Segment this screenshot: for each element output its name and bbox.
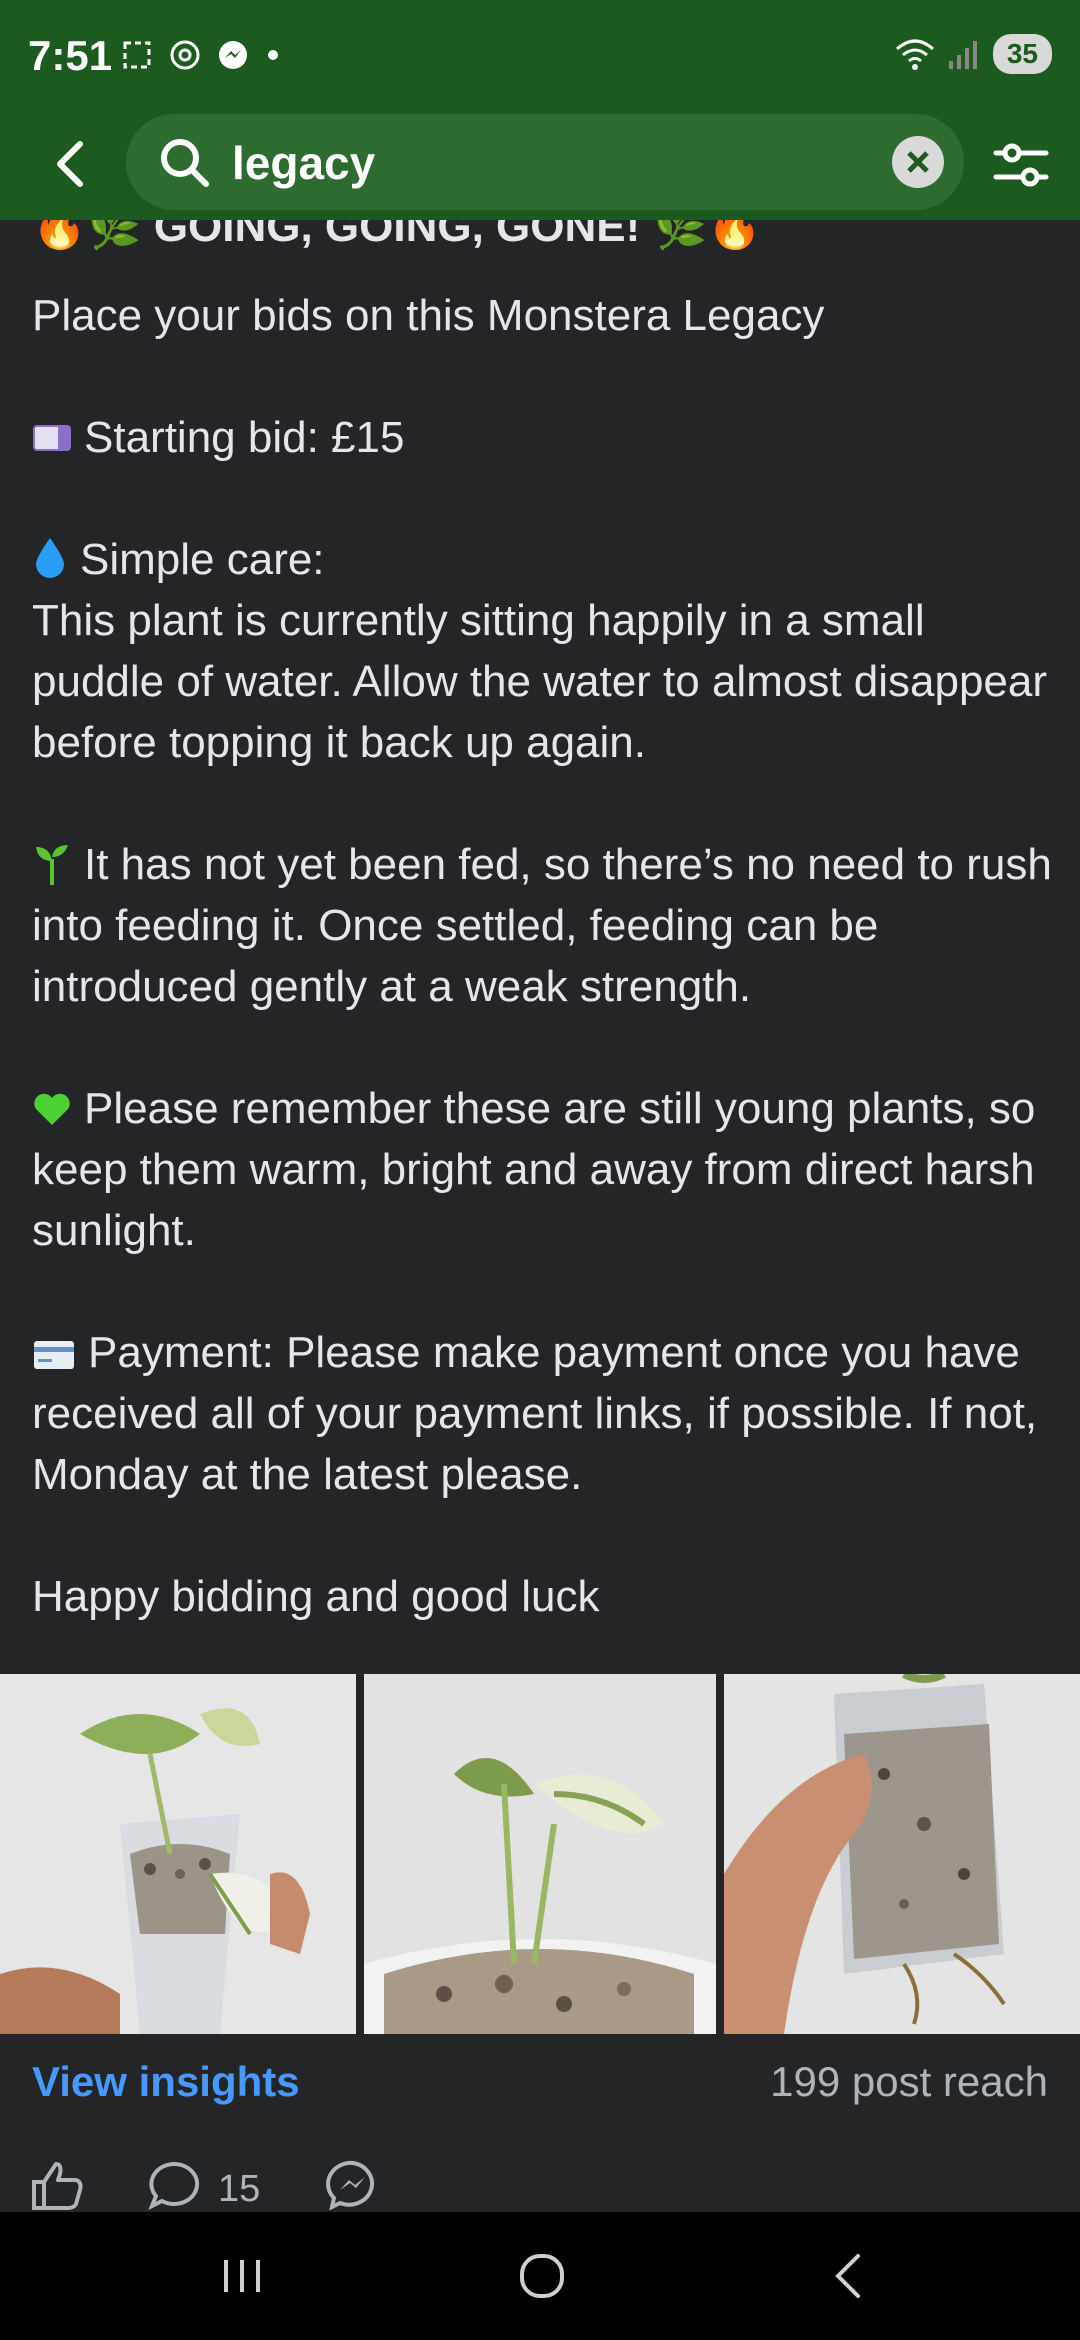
search-bar-row: legacy	[0, 112, 1080, 216]
more-notifications-dot	[268, 50, 278, 60]
clear-search-button[interactable]	[892, 136, 944, 188]
starting-bid: Starting bid: £15	[84, 413, 405, 462]
like-icon[interactable]	[30, 2160, 84, 2210]
starting-bid-line: Starting bid: £15	[32, 407, 1052, 468]
feeding-text: It has not yet been fed, so there’s no n…	[32, 840, 1052, 1011]
wifi-icon	[895, 39, 934, 70]
messenger-icon[interactable]	[326, 2160, 380, 2210]
plant-photo-1[interactable]	[0, 1674, 356, 2034]
system-back-icon[interactable]	[820, 2246, 880, 2306]
messenger-status-icon	[219, 41, 247, 69]
filter-icon[interactable]	[992, 136, 1050, 194]
screenshot-icon	[123, 41, 151, 69]
app-header: 7:51 35 legacy	[0, 0, 1080, 220]
system-nav-bar	[0, 2212, 1080, 2340]
payment-text: Payment: Please make payment once you ha…	[32, 1328, 1038, 1499]
plant-photo-2[interactable]	[364, 1674, 716, 2034]
seedling-icon	[36, 845, 68, 885]
battery-indicator: 35	[992, 34, 1052, 74]
comment-icon[interactable]	[148, 2160, 202, 2210]
post-actions: 15	[0, 2160, 1080, 2210]
comment-count: 15	[218, 2168, 261, 2210]
system-status: 35	[895, 34, 1052, 74]
payment-line: Payment: Please make payment once you ha…	[32, 1322, 1052, 1505]
post-body: 🔥🌿 GOING, GOING, GONE! 🌿🔥 Place your bid…	[32, 196, 1052, 1627]
plant-photo-3[interactable]	[724, 1674, 1080, 2034]
green-heart-icon	[34, 1093, 70, 1125]
plant-photo-2-image	[364, 1674, 716, 2034]
view-insights-link[interactable]: View insights	[32, 2058, 300, 2106]
back-arrow-icon[interactable]	[40, 132, 104, 196]
home-icon[interactable]	[512, 2246, 572, 2306]
plant-photo-1-image	[0, 1674, 356, 2034]
status-time: 7:51	[28, 32, 113, 79]
young-plants-text: Please remember these are still young pl…	[32, 1084, 1036, 1255]
closing-text: Happy bidding and good luck	[32, 1572, 600, 1621]
search-query: legacy	[232, 137, 376, 189]
clear-icon	[907, 151, 929, 173]
signal-icon	[948, 41, 977, 69]
status-bar: 7:51 35	[0, 0, 1080, 110]
credit-card-icon	[34, 1341, 74, 1369]
water-drop-icon	[36, 538, 64, 578]
search-icon	[161, 139, 209, 187]
post-intro: Place your bids on this Monstera Legacy	[32, 291, 825, 340]
post-reach: 199 post reach	[770, 2058, 1048, 2105]
young-plants-line: Please remember these are still young pl…	[32, 1078, 1052, 1261]
notification-icons	[120, 38, 278, 72]
threads-icon	[170, 40, 200, 70]
money-icon	[33, 425, 71, 451]
photo-grid	[0, 1674, 1080, 2034]
care-title-line: Simple care:	[32, 529, 1052, 590]
care-title: Simple care:	[80, 535, 325, 584]
search-input[interactable]: legacy	[126, 114, 964, 210]
feeding-line: It has not yet been fed, so there’s no n…	[32, 834, 1052, 1017]
plant-photo-3-image	[724, 1674, 1080, 2034]
recent-apps-icon[interactable]	[212, 2246, 272, 2306]
care-body: This plant is currently sitting happily …	[32, 596, 1048, 767]
